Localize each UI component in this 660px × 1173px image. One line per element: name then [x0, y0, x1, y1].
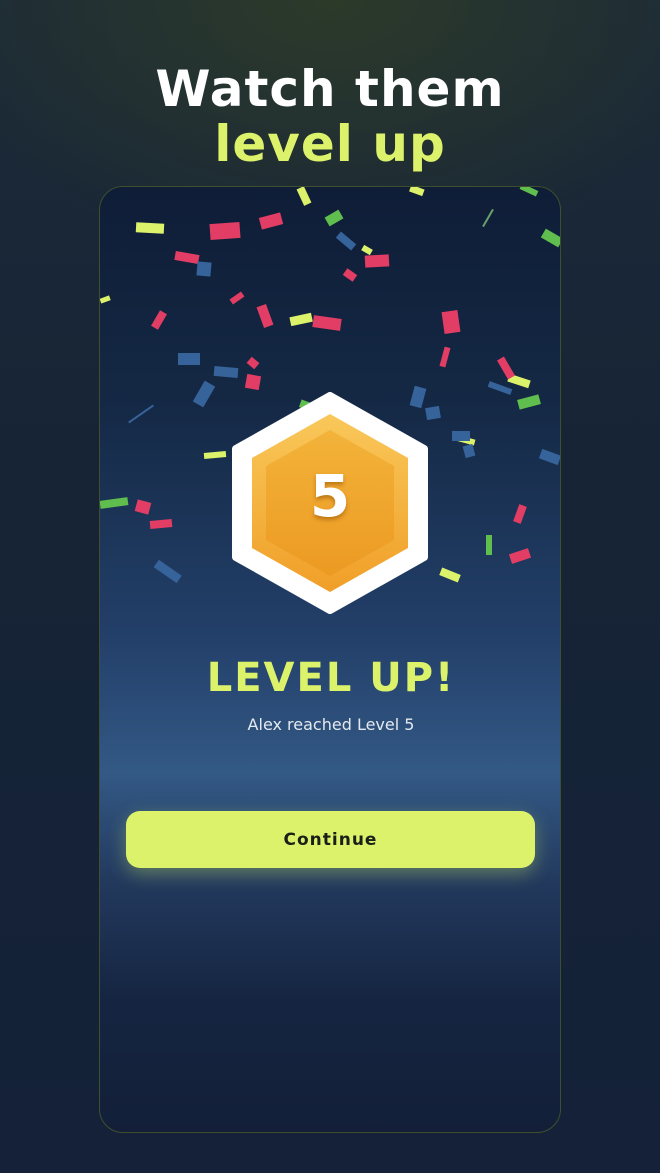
phone-screen: 5 LEVEL UP! Alex reached Level 5 Continu…	[99, 186, 561, 1133]
level-up-title: LEVEL UP!	[206, 655, 456, 701]
promo-headline-line2: level up	[214, 115, 446, 173]
promo-headline-line1: Watch them	[155, 60, 505, 118]
level-number: 5	[309, 462, 351, 530]
continue-button[interactable]: Continue	[126, 811, 535, 868]
level-up-subtitle: Alex reached Level 5	[247, 715, 415, 734]
